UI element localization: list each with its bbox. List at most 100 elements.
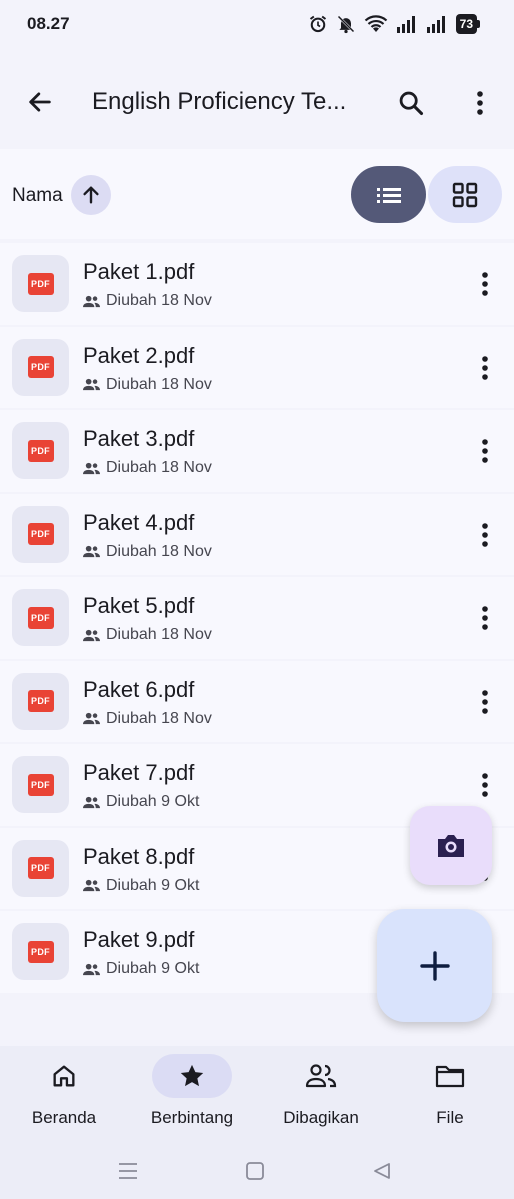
file-row[interactable]: PDF Paket 2.pdf Diubah 18 Nov xyxy=(0,326,514,408)
file-modified: Diubah 18 Nov xyxy=(106,459,212,476)
file-name: Paket 7.pdf xyxy=(83,760,195,785)
pdf-icon: PDF xyxy=(27,523,54,545)
nav-label-file: File xyxy=(436,1108,464,1127)
nav-item-dibagikan[interactable]: Dibagikan xyxy=(257,1046,385,1146)
search-button[interactable] xyxy=(390,82,432,124)
battery-icon: 73 xyxy=(455,14,480,34)
back-button[interactable] xyxy=(20,82,60,122)
file-more-button[interactable] xyxy=(470,516,500,554)
file-meta: Diubah 18 Nov xyxy=(83,543,212,561)
more-options-button[interactable] xyxy=(460,82,500,124)
pdf-thumbnail: PDF xyxy=(12,923,69,980)
file-more-button[interactable] xyxy=(470,432,500,470)
file-meta: Diubah 18 Nov xyxy=(83,626,212,644)
file-modified: Diubah 9 Okt xyxy=(106,876,200,894)
shared-people-icon xyxy=(83,879,100,892)
grid-view-button[interactable] xyxy=(428,166,502,223)
shared-people-icon xyxy=(83,796,100,808)
shared-people-icon xyxy=(83,712,100,725)
more-vert-icon xyxy=(482,606,488,630)
recent-apps-button[interactable] xyxy=(115,1158,141,1184)
new-item-button[interactable] xyxy=(377,909,492,1022)
pdf-thumbnail: PDF xyxy=(12,505,69,563)
nav-label-beranda: Beranda xyxy=(31,1108,97,1127)
file-modified: Diubah 18 Nov xyxy=(106,709,212,727)
file-more-button[interactable] xyxy=(470,766,500,804)
file-modified: Diubah 9 Okt xyxy=(106,960,200,977)
file-row[interactable]: PDF Paket 5.pdf Diubah 18 Nov xyxy=(0,577,514,659)
file-name: Paket 8.pdf xyxy=(83,843,195,869)
file-more-button[interactable] xyxy=(470,349,500,387)
file-name: Paket 4.pdf xyxy=(83,509,195,535)
sort-label[interactable]: Nama xyxy=(12,185,63,207)
battery-level: 73 xyxy=(455,14,477,34)
status-icons: 73 xyxy=(308,14,480,34)
wifi-icon xyxy=(364,14,388,34)
more-vert-icon xyxy=(477,91,483,115)
pdf-icon: PDF xyxy=(27,940,54,963)
pdf-icon: PDF xyxy=(27,773,54,796)
square-icon xyxy=(246,1162,264,1180)
home-icon xyxy=(24,1054,104,1098)
more-vert-icon xyxy=(482,355,488,380)
file-meta: Diubah 18 Nov xyxy=(83,710,212,728)
sort-bar: Nama xyxy=(0,149,514,239)
file-meta: Diubah 18 Nov xyxy=(83,459,212,477)
pdf-thumbnail: PDF xyxy=(12,839,69,897)
more-vert-icon xyxy=(482,689,488,714)
app-bar: English Proficiency Te... xyxy=(0,62,514,144)
file-name: Paket 2.pdf xyxy=(83,342,195,368)
file-more-button[interactable] xyxy=(470,599,500,637)
file-row[interactable]: PDF Paket 6.pdf Diubah 18 Nov xyxy=(0,660,514,742)
folder-icon xyxy=(410,1054,490,1098)
pdf-thumbnail: PDF xyxy=(12,672,69,730)
menu-icon xyxy=(119,1163,137,1179)
list-view-button[interactable] xyxy=(351,166,426,223)
grid-icon xyxy=(452,182,478,207)
nav-item-file[interactable]: File xyxy=(386,1046,514,1146)
file-meta: Diubah 9 Okt xyxy=(83,793,199,811)
file-row[interactable]: PDF Paket 4.pdf Diubah 18 Nov xyxy=(0,493,514,575)
status-time: 08.27 xyxy=(27,14,70,33)
arrow-up-icon xyxy=(83,186,99,204)
file-name: Paket 9.pdf xyxy=(83,927,195,952)
more-vert-icon xyxy=(482,773,488,797)
pdf-icon: PDF xyxy=(27,356,54,378)
file-name: Paket 6.pdf xyxy=(83,676,195,702)
file-meta: Diubah 18 Nov xyxy=(83,376,212,394)
file-name: Paket 1.pdf xyxy=(83,259,195,284)
pdf-icon: PDF xyxy=(27,857,54,879)
sort-direction-button[interactable] xyxy=(71,175,111,215)
pdf-thumbnail: PDF xyxy=(12,338,69,396)
file-row[interactable]: PDF Paket 3.pdf Diubah 18 Nov xyxy=(0,410,514,492)
file-modified: Diubah 18 Nov xyxy=(106,542,212,560)
triangle-back-icon xyxy=(374,1163,390,1179)
file-more-button[interactable] xyxy=(470,683,500,721)
status-bar: 08.27 73 xyxy=(0,0,514,52)
pdf-thumbnail: PDF xyxy=(12,255,69,312)
file-row[interactable]: PDF Paket 1.pdf Diubah 18 Nov xyxy=(0,243,514,325)
file-modified: Diubah 18 Nov xyxy=(106,292,212,309)
people-icon xyxy=(281,1054,361,1098)
file-meta: Diubah 18 Nov xyxy=(83,292,212,310)
search-icon xyxy=(399,91,424,116)
file-modified: Diubah 18 Nov xyxy=(106,375,212,393)
more-vert-icon xyxy=(482,439,488,463)
file-meta: Diubah 9 Okt xyxy=(83,877,199,895)
shared-people-icon xyxy=(83,629,100,641)
list-icon xyxy=(376,187,401,203)
scan-camera-button[interactable] xyxy=(410,806,492,885)
nav-label-dibagikan: Dibagikan xyxy=(283,1108,359,1127)
page-title: English Proficiency Te... xyxy=(92,88,347,115)
file-meta: Diubah 9 Okt xyxy=(83,960,199,978)
camera-icon xyxy=(438,834,464,857)
signal-2-icon xyxy=(426,14,448,34)
file-more-button[interactable] xyxy=(470,265,500,303)
pdf-icon: PDF xyxy=(27,439,54,462)
home-button[interactable] xyxy=(242,1158,268,1184)
alarm-icon xyxy=(308,14,328,34)
nav-item-berbintang[interactable]: Berbintang xyxy=(128,1046,256,1146)
nav-item-beranda[interactable]: Beranda xyxy=(0,1046,128,1146)
shared-people-icon xyxy=(83,963,100,975)
back-nav-button[interactable] xyxy=(369,1158,395,1184)
